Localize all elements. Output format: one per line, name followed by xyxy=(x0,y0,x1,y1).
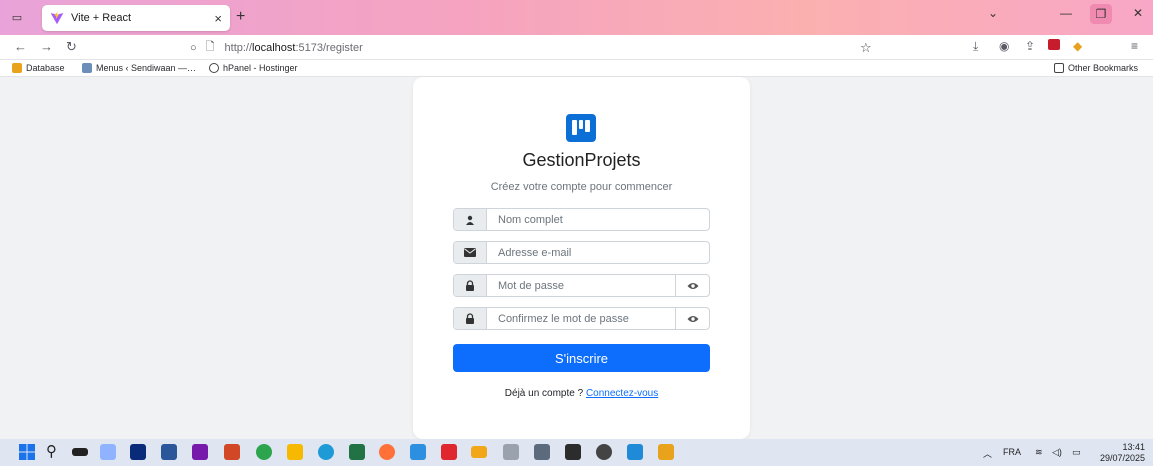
search-icon[interactable]: ⚲ xyxy=(46,444,62,460)
back-icon[interactable]: ← xyxy=(14,39,27,54)
forward-icon[interactable]: → xyxy=(40,39,53,54)
menu-icon[interactable]: ≡ xyxy=(1131,39,1138,53)
register-button[interactable]: S'inscrire xyxy=(453,344,710,372)
vscode-icon[interactable] xyxy=(410,444,426,460)
language-indicator[interactable]: FRA xyxy=(1003,447,1021,457)
login-prompt-text: Déjà un compte ? xyxy=(504,388,584,399)
confirm-password-placeholder: Confirmez le mot de passe xyxy=(498,312,629,325)
photos-icon[interactable] xyxy=(627,444,643,460)
database-icon xyxy=(12,63,22,73)
battery-icon[interactable]: ▭ xyxy=(1072,447,1081,458)
restore-icon[interactable]: ❐ xyxy=(1090,4,1112,24)
chevron-down-icon[interactable]: ⌄ xyxy=(988,6,998,20)
lock-icon xyxy=(454,275,487,296)
download-icon[interactable]: ⤓ xyxy=(973,39,978,54)
wifi-icon[interactable]: ≋ xyxy=(1035,447,1043,458)
bookmark-label: Menus ‹ Sendiwaan —… xyxy=(96,63,197,73)
bookmark-label: hPanel - Hostinger xyxy=(223,63,298,73)
chevron-up-icon[interactable]: ︿ xyxy=(983,447,992,460)
browser-tab-strip: ▭ Vite + React × + ⌄ — ❐ ✕ xyxy=(0,0,1153,35)
app-icon[interactable] xyxy=(503,444,519,460)
task-view-icon[interactable] xyxy=(72,448,88,456)
other-bookmarks-label: Other Bookmarks xyxy=(1068,63,1139,73)
shield-icon[interactable]: ○ xyxy=(190,42,197,54)
tab-title: Vite + React xyxy=(71,12,132,24)
subtitle: Créez votre compte pour commencer xyxy=(490,181,673,193)
excel-icon[interactable] xyxy=(349,444,365,460)
navigation-bar: ← → ↻ ○ 🗋 http://localhost:5173/register… xyxy=(0,35,1153,60)
full-name-placeholder: Nom complet xyxy=(498,213,563,226)
page-icon: 🗋 xyxy=(205,41,215,53)
eye-icon[interactable] xyxy=(675,275,709,296)
bookmark-label: Database xyxy=(26,63,65,73)
clock-date: 29/07/2025 xyxy=(1099,453,1145,463)
sublime-icon[interactable] xyxy=(471,446,487,458)
windows-start-icon[interactable] xyxy=(19,444,35,460)
url-text[interactable]: http://localhost:5173/register xyxy=(225,42,363,54)
windows-taskbar: ⚲ ︿ FRA ≋ ◁) ▭ 13:41 29/07/2025 xyxy=(0,439,1153,466)
firefox-icon[interactable] xyxy=(379,444,395,460)
bookmark-item[interactable]: Menus ‹ Sendiwaan —… xyxy=(82,63,196,73)
app-logo-icon xyxy=(566,114,596,142)
powerpoint-icon[interactable] xyxy=(224,444,240,460)
copilot-icon[interactable] xyxy=(100,444,116,460)
new-tab-button[interactable]: + xyxy=(236,8,245,26)
volume-icon[interactable]: ◁) xyxy=(1052,447,1062,458)
chatgpt-icon[interactable] xyxy=(596,444,612,460)
other-bookmarks[interactable]: Other Bookmarks xyxy=(1054,63,1138,73)
brand-title: GestionProjets xyxy=(522,150,641,170)
full-name-field[interactable]: Nom complet xyxy=(453,208,710,231)
user-icon xyxy=(454,209,487,230)
wordpress-icon xyxy=(82,63,92,73)
reload-icon[interactable]: ↻ xyxy=(66,39,77,55)
email-field[interactable]: Adresse e-mail xyxy=(453,241,710,264)
password-placeholder: Mot de passe xyxy=(498,279,565,292)
chrome-icon[interactable] xyxy=(256,444,272,460)
lock-icon xyxy=(454,308,487,329)
vite-logo-icon xyxy=(50,11,64,25)
pdf-icon[interactable] xyxy=(441,444,457,460)
share-icon[interactable]: ⇪ xyxy=(1025,39,1035,53)
browser-tab[interactable]: Vite + React × xyxy=(42,5,230,31)
globe-icon xyxy=(209,63,219,73)
page-content: GestionProjets Créez votre compte pour c… xyxy=(0,77,1153,439)
password-field[interactable]: Mot de passe xyxy=(453,274,710,297)
eye-icon[interactable] xyxy=(675,308,709,329)
email-placeholder: Adresse e-mail xyxy=(498,246,572,259)
terminal-icon[interactable] xyxy=(565,444,581,460)
xampp-icon[interactable] xyxy=(658,444,674,460)
file-explorer-icon[interactable] xyxy=(287,444,303,460)
folder-icon xyxy=(1054,63,1064,73)
camera-icon[interactable] xyxy=(534,444,550,460)
close-window-icon[interactable]: ✕ xyxy=(1133,6,1143,20)
word-icon[interactable] xyxy=(161,444,177,460)
app-icon[interactable] xyxy=(130,444,146,460)
address-bar[interactable]: ○ 🗋 http://localhost:5173/register ☆ xyxy=(190,37,880,58)
minimize-icon[interactable]: — xyxy=(1060,6,1072,20)
login-link[interactable]: Connectez-vous xyxy=(586,388,658,399)
login-prompt: Déjà un compte ? Connectez-vous xyxy=(413,388,750,399)
edge-icon[interactable] xyxy=(318,444,334,460)
clock-time: 13:41 xyxy=(1122,442,1145,452)
tab-list-icon[interactable]: ▭ xyxy=(8,9,26,26)
onenote-icon[interactable] xyxy=(192,444,208,460)
clock[interactable]: 13:41 29/07/2025 xyxy=(1100,442,1145,464)
extension-icon[interactable] xyxy=(1048,39,1060,50)
envelope-icon xyxy=(454,242,487,263)
bookmark-item[interactable]: hPanel - Hostinger xyxy=(209,63,298,73)
extension-folder-icon[interactable]: ◆ xyxy=(1073,39,1082,53)
account-icon[interactable]: ◉ xyxy=(999,39,1009,53)
register-card: GestionProjets Créez votre compte pour c… xyxy=(413,77,750,439)
bookmark-star-icon[interactable]: ☆ xyxy=(860,40,872,56)
confirm-password-field[interactable]: Confirmez le mot de passe xyxy=(453,307,710,330)
close-tab-icon[interactable]: × xyxy=(214,11,222,26)
bookmark-item[interactable]: Database xyxy=(12,63,65,73)
bookmarks-bar: Database Menus ‹ Sendiwaan —… hPanel - H… xyxy=(0,60,1153,77)
